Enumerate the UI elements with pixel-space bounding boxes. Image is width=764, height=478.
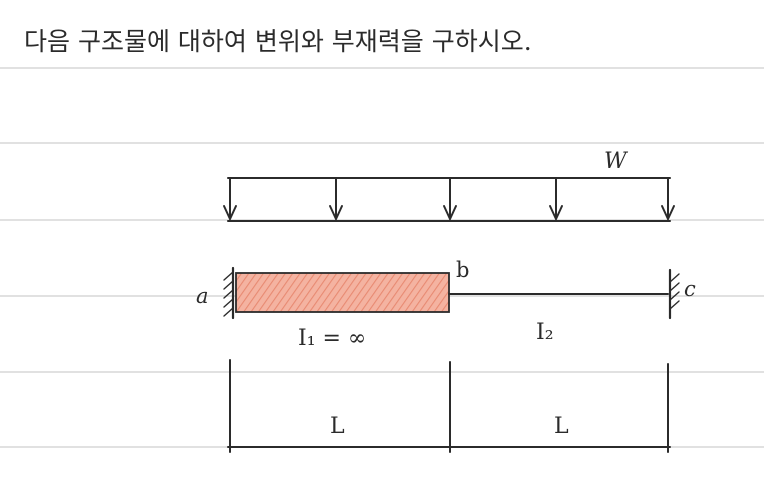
joint-b-label: b [456, 258, 469, 282]
span-ab-label: L [330, 414, 345, 439]
dimension-lines: L L [227, 359, 671, 453]
load-arrow [661, 177, 675, 220]
distributed-load: W [223, 149, 675, 222]
load-label: W [604, 149, 629, 174]
problem-instruction: 다음 구조물에 대하여 변위와 부재력을 구하시오. [24, 27, 532, 56]
fixed-support-c [668, 268, 680, 320]
support-c-label: c [684, 277, 696, 301]
rigid-segment-ab [235, 272, 450, 313]
load-arrow [549, 177, 563, 220]
notebook-sheet: 다음 구조물에 대하여 변위와 부재력을 구하시오. W a b c I₁ = … [0, 27, 764, 453]
load-arrow [443, 177, 457, 220]
ruled-lines [0, 67, 764, 448]
load-arrow [223, 177, 237, 220]
beam: a b c I₁ = ∞ I₂ [196, 258, 696, 351]
segment-bc-inertia-label: I₂ [536, 320, 554, 345]
span-bc-label: L [554, 414, 569, 439]
support-a-label: a [196, 284, 209, 308]
segment-ab-inertia-label: I₁ = ∞ [298, 326, 366, 351]
load-arrow [329, 177, 343, 220]
fixed-support-a [223, 266, 235, 320]
